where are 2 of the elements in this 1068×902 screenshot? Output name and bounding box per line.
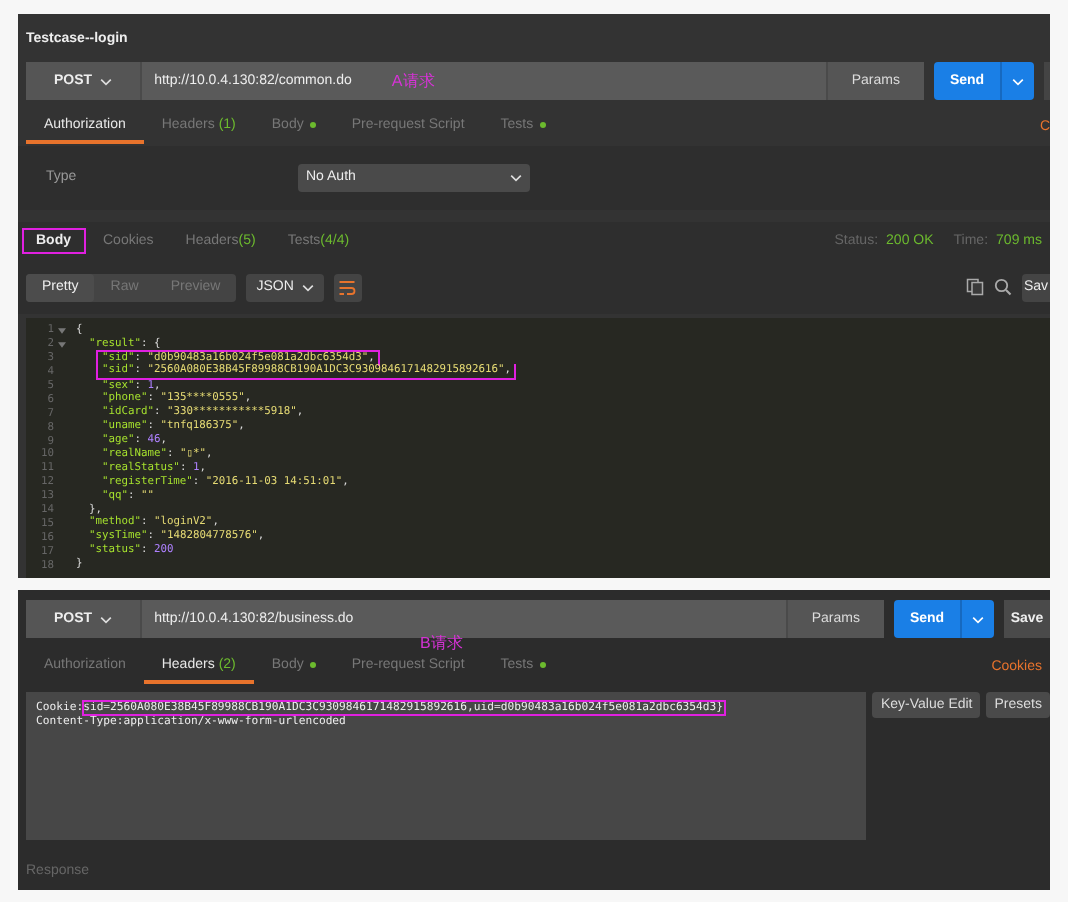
annotation-text: B请求 [420,632,463,654]
annotation-text: A请求 [391,70,435,92]
